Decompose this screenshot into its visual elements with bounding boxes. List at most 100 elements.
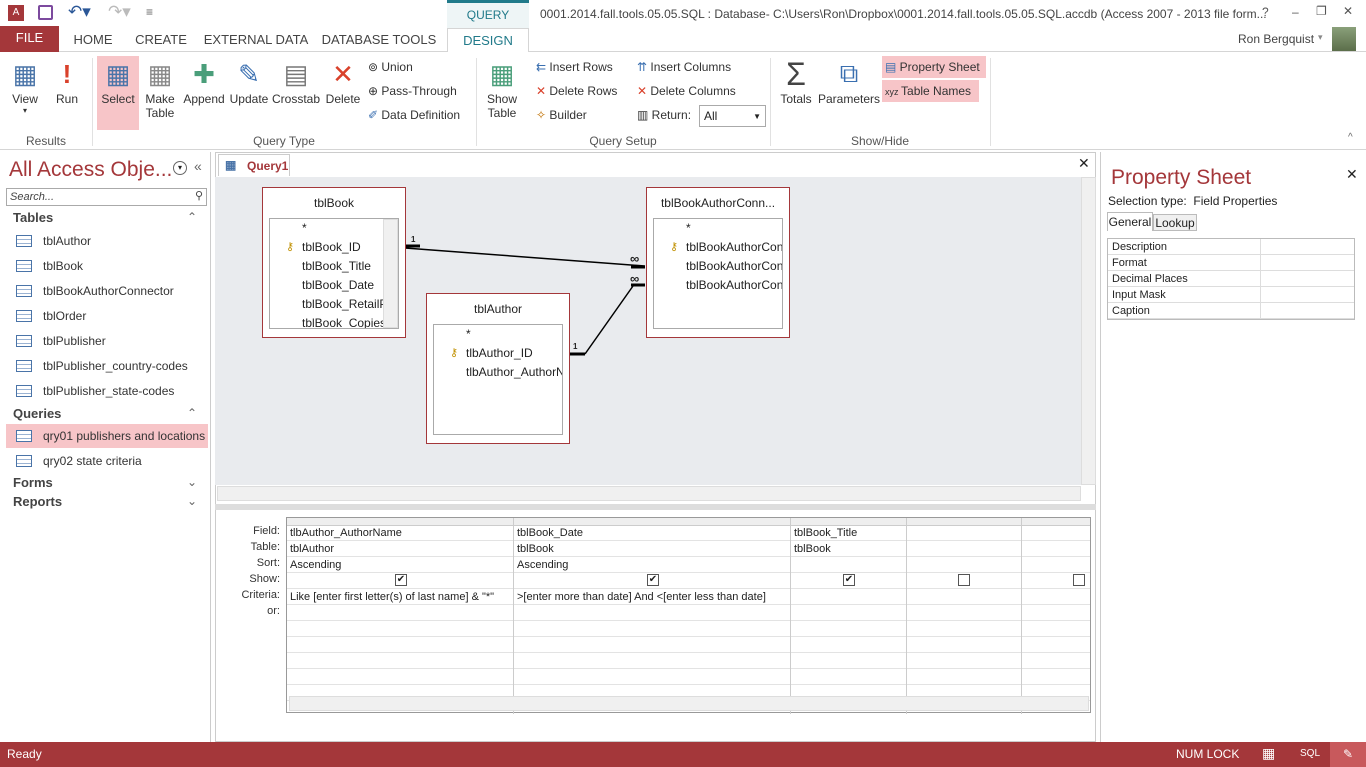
tab-file[interactable]: FILE [0,26,59,52]
save-icon[interactable] [38,5,53,20]
tab-external-data[interactable]: EXTERNAL DATA [200,28,312,52]
field-item[interactable]: tblBook_Title [270,257,398,276]
datasheet-view-icon[interactable]: ▦ [1262,745,1275,762]
field-item[interactable]: tblBookAuthorCon [654,276,782,295]
grid-table-cell[interactable]: tblBook [514,541,790,557]
grid-show-checkbox[interactable]: ✔ [843,574,855,586]
field-item[interactable]: tblBook_RetailP [270,295,398,314]
field-list[interactable]: * ⚷ tblBookAuthorCon tblBookAuthorCon tbl… [653,218,783,329]
nav-section-forms[interactable]: Forms [13,475,53,490]
run-button[interactable]: ! Run [50,56,84,128]
delete-button[interactable]: ✕ Delete [323,56,363,128]
nav-item-table[interactable]: tblAuthor [6,229,208,253]
nav-item-table[interactable]: tblPublisher_country-codes [6,354,208,378]
collapse-icon[interactable]: ⌃ [187,210,197,224]
field-item[interactable]: * [654,219,782,238]
customize-qat-icon[interactable]: ≡ [146,5,153,19]
data-definition-button[interactable]: ✐ Data Definition [368,104,460,126]
nav-search-input[interactable]: Search... ⚲ [6,188,207,206]
table-box-tblbook[interactable]: tblBook * ⚷ tblBook_ID tblBook_Title tblB… [262,187,406,338]
tab-general[interactable]: General [1107,212,1153,231]
grid-field-cell[interactable]: tblBook_Date [514,525,790,541]
grid-show-checkbox[interactable]: ✔ [395,574,407,586]
grid-sort-cell[interactable]: Ascending [514,557,790,573]
insert-columns-button[interactable]: ⇈ Insert Columns [637,56,731,78]
nav-section-reports[interactable]: Reports [13,494,62,509]
join-line[interactable] [404,247,646,267]
help-button[interactable]: ? [1262,5,1269,19]
tab-lookup[interactable]: Lookup [1153,214,1197,231]
field-item[interactable]: ⚷ tblBook_ID [270,238,398,257]
grid-horizontal-scrollbar[interactable] [289,696,1089,711]
design-view-icon[interactable]: ✎ [1330,742,1366,767]
nav-item-table[interactable]: tblBook [6,254,208,278]
nav-item-table[interactable]: tblPublisher_state-codes [6,379,208,403]
table-box-tblauthor[interactable]: tblAuthor * ⚷ tlbAuthor_ID tlbAuthor_Auth… [426,293,570,444]
make-table-button[interactable]: ▦ Make Table [142,56,178,128]
tab-database-tools[interactable]: DATABASE TOOLS [320,28,438,52]
nav-section-queries[interactable]: Queries [13,406,61,421]
builder-button[interactable]: ✧ Builder [536,104,587,126]
shutter-bar-icon[interactable]: « [194,158,202,174]
property-sheet-button[interactable]: ▤ Property Sheet [882,56,986,78]
field-item[interactable]: tlbAuthor_AuthorN [434,363,562,382]
avatar[interactable] [1332,27,1356,51]
field-item[interactable]: tblBook_Date [270,276,398,295]
user-name[interactable]: Ron Bergquist [1238,32,1314,46]
expand-icon[interactable]: ⌄ [187,475,197,489]
nav-title[interactable]: All Access Obje... [9,158,172,182]
view-button[interactable]: ▦ View ▾ [6,56,44,128]
nav-item-table[interactable]: tblOrder [6,304,208,328]
property-row-decimal-places[interactable]: Decimal Places [1108,271,1354,287]
field-list[interactable]: * ⚷ tlbAuthor_ID tlbAuthor_AuthorN [433,324,563,435]
user-dropdown-icon[interactable]: ▾ [1318,32,1323,43]
show-table-button[interactable]: ▦ Show Table [481,56,523,128]
insert-rows-button[interactable]: ⇇ Insert Rows [536,56,613,78]
grid-table-cell[interactable]: tblBook [791,541,906,557]
nav-item-table[interactable]: tblPublisher [6,329,208,353]
tab-home[interactable]: HOME [65,28,121,52]
field-list[interactable]: * ⚷ tblBook_ID tblBook_Title tblBook_Date… [269,218,399,329]
sql-view-button[interactable]: SQL [1300,748,1320,759]
grid-show-checkbox[interactable]: ✔ [647,574,659,586]
join-line[interactable] [584,285,634,355]
grid-field-cell[interactable]: tblBook_Title [791,525,906,541]
collapse-ribbon-icon[interactable]: ^ [1348,132,1353,143]
grid-field-cell[interactable]: tlbAuthor_AuthorName [287,525,513,541]
design-vertical-scrollbar[interactable] [1081,177,1096,485]
field-item[interactable]: * [270,219,398,238]
field-item[interactable]: tblBookAuthorCon [654,257,782,276]
collapse-icon[interactable]: ⌃ [187,406,197,420]
union-button[interactable]: ⊚ Union [368,56,413,78]
select-button[interactable]: ▦ Select [97,56,139,130]
nav-item-table[interactable]: tblBookAuthorConnector [6,279,208,303]
nav-menu-icon[interactable]: ▾ [173,161,187,175]
grid-criteria-cell[interactable]: >[enter more than date] And <[enter less… [514,589,790,605]
field-item[interactable]: tblBook_Copies [270,314,398,328]
minimize-button[interactable]: – [1292,5,1299,19]
append-button[interactable]: ✚ Append [181,56,227,128]
tab-query1[interactable]: ▦ Query1 [218,154,290,176]
crosstab-button[interactable]: ▤ Crosstab [271,56,321,128]
property-row-input-mask[interactable]: Input Mask [1108,287,1354,303]
property-row-caption[interactable]: Caption [1108,303,1354,319]
grid-show-checkbox[interactable] [1073,574,1085,586]
delete-rows-button[interactable]: ✕ Delete Rows [536,80,617,102]
close-button[interactable]: ✕ [1343,4,1353,18]
table-box-tblbookauthorconnector[interactable]: tblBookAuthorConn... * ⚷ tblBookAuthorCon… [646,187,790,338]
expand-icon[interactable]: ⌄ [187,494,197,508]
nav-item-query[interactable]: qry01 publishers and locations [6,424,208,448]
nav-item-query[interactable]: qry02 state criteria [6,449,208,473]
table-names-button[interactable]: xyz Table Names [882,80,979,102]
grid-show-checkbox[interactable] [958,574,970,586]
close-query-button[interactable]: ✕ [1078,155,1090,172]
restore-button[interactable]: ❐ [1316,4,1327,18]
pass-through-button[interactable]: ⊕ Pass-Through [368,80,457,102]
field-item[interactable]: * [434,325,562,344]
return-select[interactable]: All ▼ [699,105,766,127]
property-row-description[interactable]: Description [1108,239,1354,255]
field-item[interactable]: ⚷ tlbAuthor_ID [434,344,562,363]
totals-button[interactable]: Σ Totals [776,56,816,128]
grid-sort-cell[interactable]: Ascending [287,557,513,573]
pane-splitter[interactable] [215,504,1096,510]
